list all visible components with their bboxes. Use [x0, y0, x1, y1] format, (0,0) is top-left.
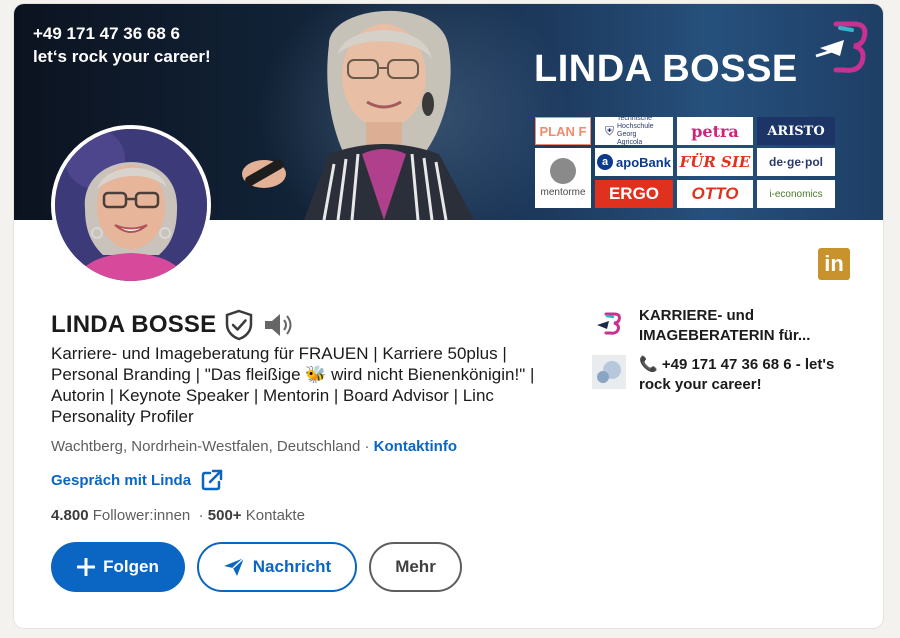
client-logo: OTTO	[677, 180, 753, 208]
banner-title: LINDA BOSSE	[534, 48, 798, 90]
connection-label[interactable]: Kontakte	[242, 507, 305, 524]
client-logo: a apoBank	[595, 148, 673, 176]
more-label: Mehr	[395, 557, 436, 576]
name-row: LINDA BOSSE	[51, 309, 294, 341]
client-logo: ⛨ Technische Hochschule Georg Agricola	[595, 117, 673, 145]
client-logo: i-economics	[757, 180, 835, 208]
banner-text: +49 171 47 36 68 6 let‘s rock your caree…	[33, 22, 211, 68]
speaker-photo	[234, 4, 534, 220]
profile-location: Wachtberg, Nordrhein-Westfalen, Deutschl…	[51, 438, 361, 455]
external-link-icon	[201, 469, 223, 491]
profile-headline: Karriere- und Imageberatung für FRAUEN |…	[51, 344, 535, 426]
client-logo: mentorme	[535, 148, 591, 208]
mentorme-mark-icon	[550, 158, 576, 184]
more-button[interactable]: Mehr	[369, 542, 462, 592]
plus-icon	[77, 558, 96, 576]
profile-card: +49 171 47 36 68 6 let‘s rock your caree…	[14, 4, 883, 628]
client-logo: ERGO	[595, 180, 673, 208]
current-company[interactable]: KARRIERE- und IMAGEBERATERIN für...	[592, 306, 839, 346]
linkedin-badge-icon: in	[818, 248, 850, 280]
client-logos: PLAN F ⛨ Technische Hochschule Georg Agri…	[535, 117, 835, 209]
contact-info-link[interactable]: Kontaktinfo	[374, 438, 457, 455]
message-button[interactable]: Nachricht	[197, 542, 357, 592]
separator: ·	[360, 438, 374, 455]
client-logo: petra	[677, 117, 753, 145]
follow-button[interactable]: Folgen	[51, 542, 185, 592]
company-name: KARRIERE- und IMAGEBERATERIN für...	[639, 307, 811, 344]
message-label: Nachricht	[252, 557, 332, 576]
website-text: 📞 +49 171 47 36 68 6 - let's rock your c…	[639, 356, 835, 393]
stats-separator: ·	[190, 507, 208, 524]
website-item[interactable]: 📞 +49 171 47 36 68 6 - let's rock your c…	[592, 355, 839, 395]
profile-avatar[interactable]	[51, 125, 211, 285]
follower-count: 4.800	[51, 507, 89, 524]
client-logo: de·ge·pol	[757, 148, 835, 176]
stats-row: 4.800 Follower:innen · 500+ Kontakte	[51, 507, 305, 524]
banner-phone: +49 171 47 36 68 6	[33, 24, 180, 43]
location-row: Wachtberg, Nordrhein-Westfalen, Deutschl…	[51, 438, 457, 455]
banner-tagline: let‘s rock your career!	[33, 47, 211, 66]
client-logo: PLAN F	[535, 117, 591, 145]
company-logo-icon	[597, 312, 621, 335]
speaker-icon[interactable]	[262, 311, 294, 339]
conversation-link[interactable]: Gespräch mit Linda	[51, 469, 223, 491]
website-logo-icon	[592, 355, 626, 389]
follow-label: Folgen	[103, 557, 159, 576]
client-logo: ARISTO	[757, 117, 835, 145]
send-icon	[223, 557, 245, 576]
conversation-label: Gespräch mit Linda	[51, 471, 192, 489]
follower-label: Follower:innen	[88, 507, 191, 524]
verified-shield-icon[interactable]	[224, 309, 254, 341]
profile-name: LINDA BOSSE	[51, 311, 217, 338]
connection-count[interactable]: 500+	[208, 507, 242, 524]
client-logo: FÜR SIE	[677, 148, 753, 176]
brand-logo-icon	[814, 18, 870, 74]
